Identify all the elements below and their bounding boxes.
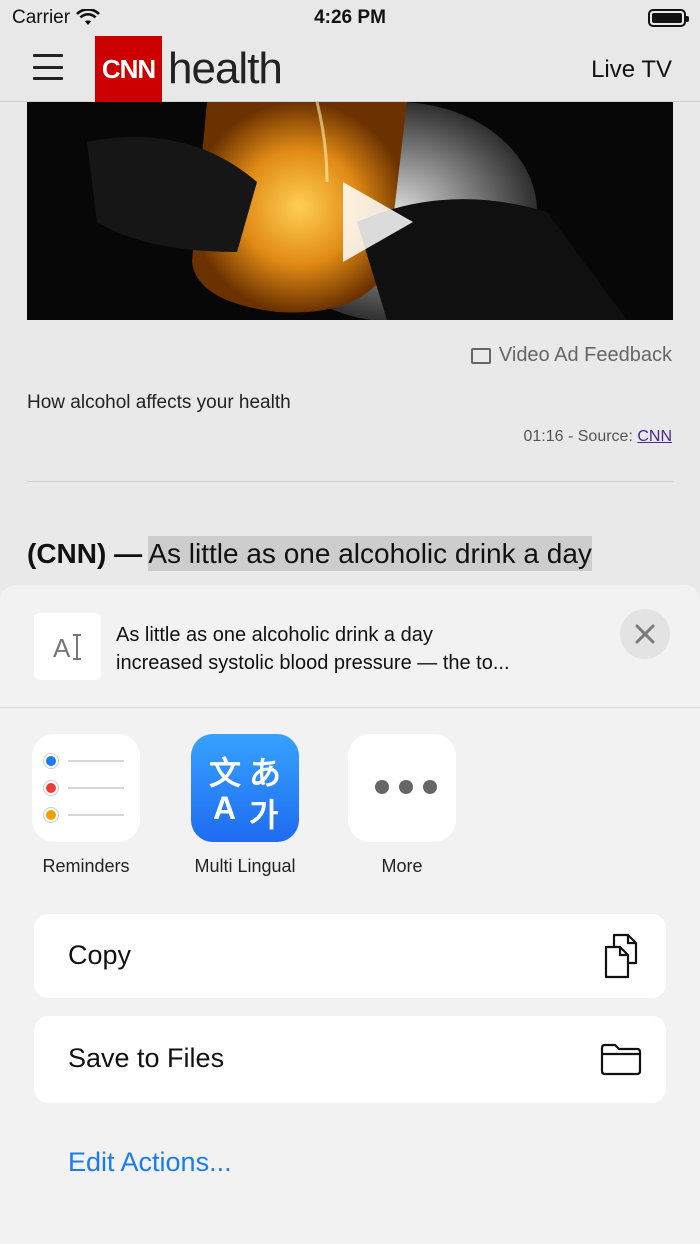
status-bar: Carrier 4:26 PM: [0, 0, 700, 36]
selected-text[interactable]: As little as one alcoholic drink a day: [148, 536, 592, 571]
feedback-label: Video Ad Feedback: [498, 344, 672, 366]
live-tv-link[interactable]: Live TV: [591, 56, 672, 84]
share-sheet: A As little as one alcoholic drink a day…: [0, 585, 700, 1244]
save-to-files-label: Save to Files: [68, 1043, 225, 1073]
share-sheet-header: A As little as one alcoholic drink a day…: [0, 585, 700, 708]
copy-action[interactable]: Copy: [34, 914, 666, 998]
menu-icon[interactable]: [33, 54, 63, 80]
feedback-icon: [470, 347, 491, 364]
app-reminders[interactable]: Reminders: [16, 734, 156, 877]
app-multi-lingual[interactable]: 文 あ A 가 Multi Lingual: [175, 734, 315, 877]
clock: 4:26 PM: [314, 7, 386, 28]
more-icon: [348, 734, 456, 842]
divider: [27, 481, 673, 482]
copy-icon: [604, 933, 638, 979]
section-logo[interactable]: health: [168, 44, 283, 94]
app-row: Reminders 文 あ A 가 Multi Lingual More: [0, 734, 700, 884]
app-label: Reminders: [42, 856, 130, 876]
app-more[interactable]: More: [332, 734, 472, 877]
text-selection-icon: A: [34, 613, 101, 680]
selection-preview: As little as one alcoholic drink a day i…: [116, 621, 596, 677]
close-icon: [635, 624, 655, 644]
source-link[interactable]: CNN: [637, 428, 672, 445]
site-header: CNN health Live TV: [0, 36, 700, 102]
video-ad-feedback[interactable]: Video Ad Feedback: [470, 344, 672, 367]
save-to-files-action[interactable]: Save to Files: [34, 1016, 666, 1103]
video-player[interactable]: [27, 102, 673, 320]
reminders-icon: [32, 734, 140, 842]
battery-icon: [648, 9, 689, 27]
video-duration-source: 01:16 - Source:: [523, 428, 638, 445]
translate-icon: 文 あ A 가: [191, 734, 299, 842]
svg-text:A: A: [53, 633, 71, 663]
folder-icon: [600, 1043, 642, 1076]
app-label: Multi Lingual: [194, 856, 296, 876]
play-icon[interactable]: [343, 182, 413, 262]
video-meta: 01:16 - Source: CNN: [523, 428, 672, 446]
preview-line-1: As little as one alcoholic drink a day: [116, 624, 433, 646]
video-caption: How alcohol affects your health: [27, 392, 291, 413]
app-label: More: [381, 856, 423, 876]
lead-source: (CNN) —: [27, 538, 143, 569]
close-button[interactable]: [620, 609, 670, 659]
cnn-logo[interactable]: CNN: [95, 36, 162, 102]
preview-line-2: increased systolic blood pressure — the …: [116, 652, 510, 674]
copy-label: Copy: [68, 940, 132, 970]
edit-actions-link[interactable]: Edit Actions...: [68, 1147, 232, 1178]
article-lead: (CNN) — As little as one alcoholic drink…: [27, 536, 592, 571]
